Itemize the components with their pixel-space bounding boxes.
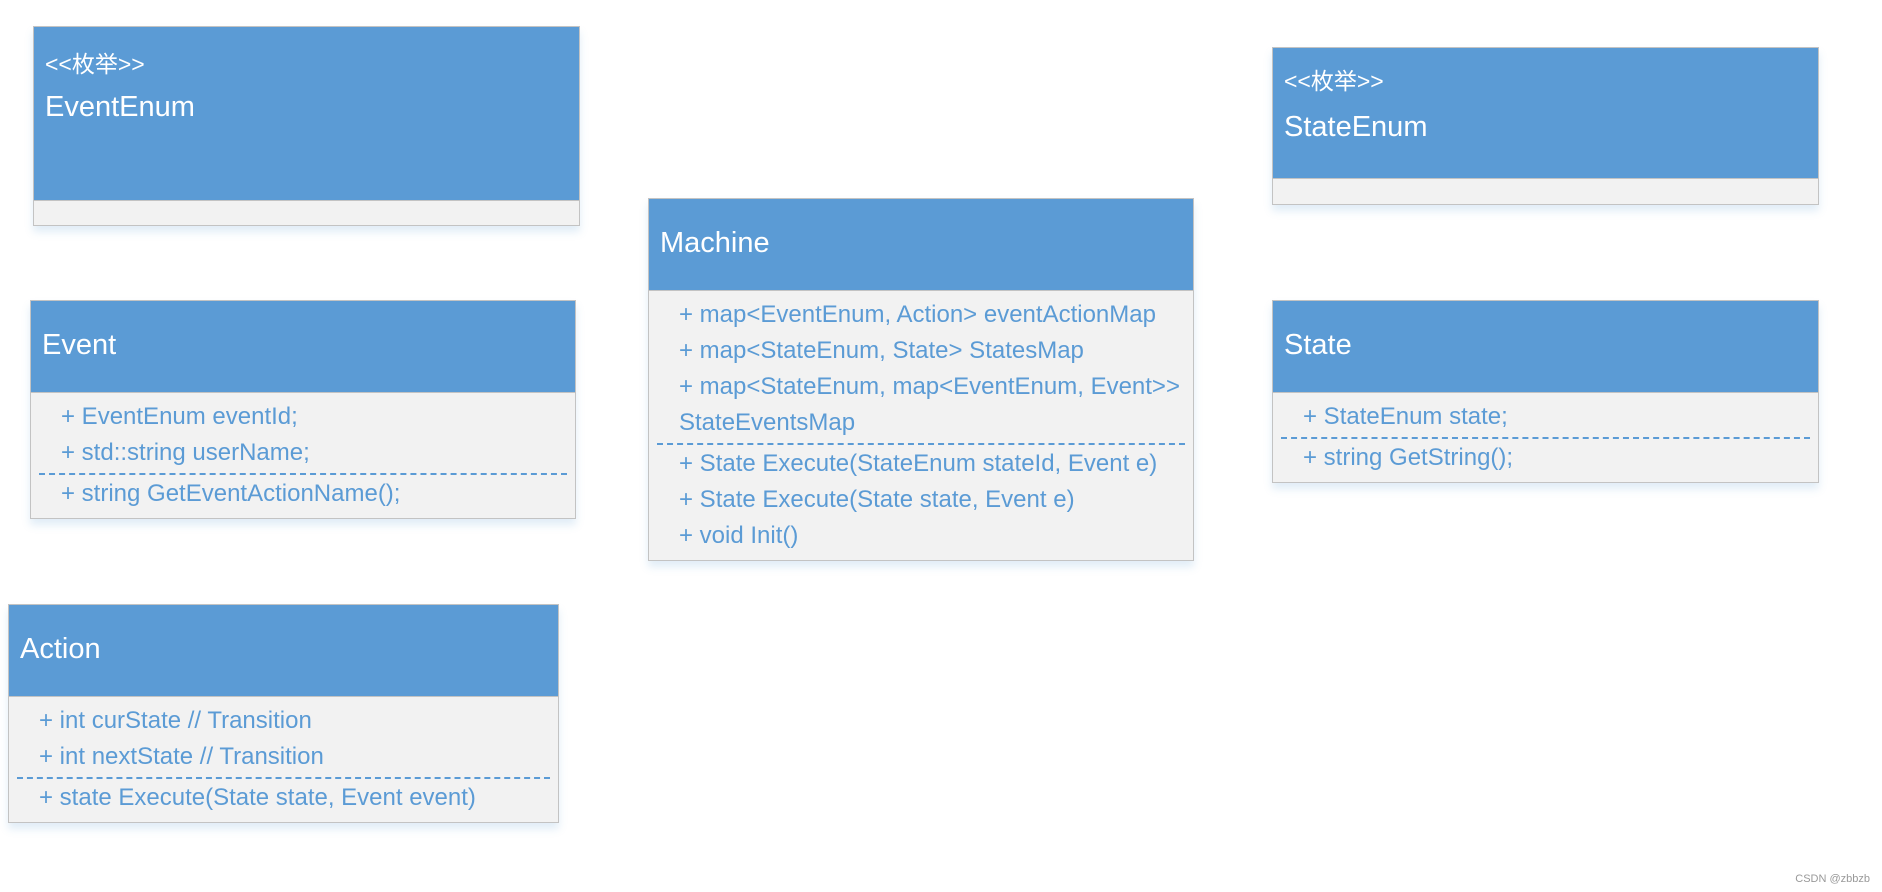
attribute: + map<StateEnum, State> StatesMap: [679, 337, 1084, 364]
attribute: + std::string userName;: [61, 439, 310, 466]
attribute: + EventEnum eventId;: [61, 403, 298, 430]
method: + string GetEventActionName();: [61, 480, 401, 507]
class-name: StateEnum: [1284, 111, 1428, 143]
class-body: + int curState // Transition + int nextS…: [9, 697, 558, 822]
class-name: Event: [42, 329, 117, 361]
class-machine[interactable]: Machine + map<EventEnum, Action> eventAc…: [648, 198, 1194, 561]
attribute: + StateEnum state;: [1303, 403, 1508, 430]
class-event[interactable]: Event + EventEnum eventId; + std::string…: [30, 300, 576, 519]
class-header: Action: [9, 605, 558, 697]
separator: [17, 777, 550, 779]
class-header: Event: [31, 301, 575, 393]
class-name: Machine: [660, 227, 770, 259]
watermark: CSDN @zbbzb: [1795, 873, 1870, 885]
class-body: + StateEnum state; + string GetString();: [1273, 393, 1818, 482]
method: + State Execute(State state, Event e): [679, 486, 1075, 513]
attribute: + int nextState // Transition: [39, 743, 324, 770]
attribute: + map<EventEnum, Action> eventActionMap: [679, 301, 1156, 328]
class-state-enum[interactable]: <<枚举>> StateEnum: [1272, 47, 1819, 205]
class-state[interactable]: State + StateEnum state; + string GetStr…: [1272, 300, 1819, 483]
class-header: <<枚举>> StateEnum: [1273, 48, 1818, 179]
stereotype-label: <<枚举>>: [45, 51, 145, 77]
class-name: EventEnum: [45, 91, 195, 123]
class-action[interactable]: Action + int curState // Transition + in…: [8, 604, 559, 823]
separator: [39, 473, 567, 475]
attribute: + map<StateEnum, map<EventEnum, Event>> …: [679, 373, 1180, 436]
class-name: State: [1284, 329, 1352, 361]
class-body: + map<EventEnum, Action> eventActionMap …: [649, 291, 1193, 560]
class-name: Action: [20, 633, 101, 665]
attribute: + int curState // Transition: [39, 707, 312, 734]
stereotype-label: <<枚举>>: [1284, 68, 1384, 94]
method: + State Execute(StateEnum stateId, Event…: [679, 450, 1158, 477]
method: + void Init(): [679, 522, 799, 549]
class-header: Machine: [649, 199, 1193, 291]
class-header: <<枚举>> EventEnum: [34, 27, 579, 201]
method: + string GetString();: [1303, 444, 1514, 471]
class-event-enum[interactable]: <<枚举>> EventEnum: [33, 26, 580, 226]
separator: [657, 443, 1185, 445]
class-body: + EventEnum eventId; + std::string userN…: [31, 393, 575, 518]
method: + state Execute(State state, Event event…: [39, 784, 476, 811]
class-header: State: [1273, 301, 1818, 393]
separator: [1281, 437, 1810, 439]
